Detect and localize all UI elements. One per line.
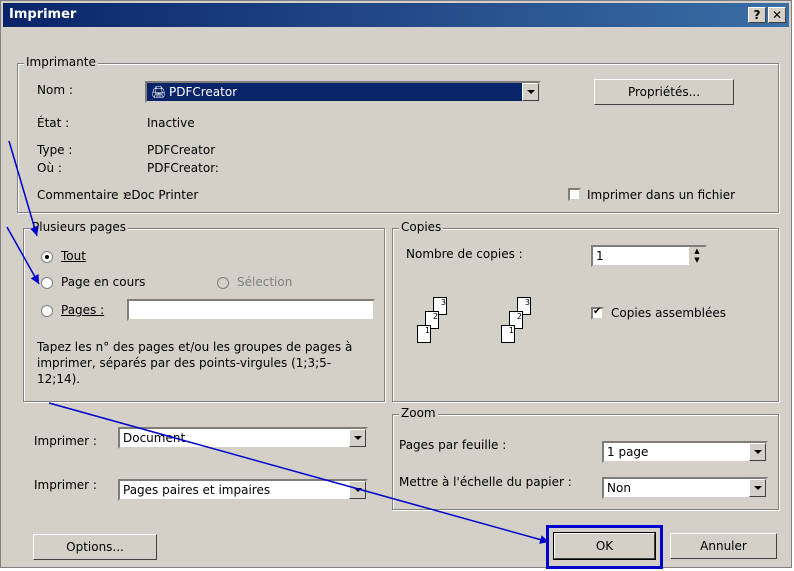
title-bar[interactable]: Imprimer ? ✕ — [3, 3, 789, 27]
radio-selection-label: Sélection — [237, 275, 293, 289]
cancel-button[interactable]: Annuler — [670, 533, 777, 559]
help-button[interactable]: ? — [748, 7, 766, 23]
chevron-down-icon[interactable] — [749, 479, 766, 497]
comment-value: eDoc Printer — [124, 188, 199, 202]
pages-hint: Tapez les n° des pages et/ou les groupes… — [37, 340, 353, 386]
pages-input[interactable] — [127, 299, 375, 321]
radio-current-page[interactable] — [41, 277, 53, 289]
collate-label[interactable]: Copies assemblées — [611, 306, 726, 320]
printer-name-select[interactable]: 🖨 PDFCreator — [145, 81, 541, 103]
chevron-down-icon[interactable] — [749, 443, 766, 461]
printer-legend: Imprimante — [24, 55, 98, 69]
copies-count-spinner[interactable]: 1 ▲ ▼ — [591, 245, 707, 267]
print-range-select[interactable]: Pages paires et impaires — [118, 479, 368, 501]
print-to-file-label[interactable]: Imprimer dans un fichier — [587, 188, 735, 202]
comment-label: Commentaire : — [37, 188, 127, 202]
pages-per-sheet-select[interactable]: 1 page — [602, 441, 768, 463]
collate-checkbox[interactable] — [591, 306, 604, 320]
name-label: Nom : — [37, 83, 73, 97]
properties-button[interactable]: Propriétés... — [594, 79, 734, 105]
zoom-legend: Zoom — [399, 406, 438, 420]
state-label: État : — [37, 116, 70, 130]
printer-icon: 🖨 — [151, 85, 167, 99]
copies-count-label: Nombre de copies : — [406, 247, 523, 261]
page-range-legend: Plusieurs pages — [30, 220, 128, 234]
close-button[interactable]: ✕ — [768, 7, 786, 23]
chevron-down-icon[interactable] — [522, 83, 539, 101]
print-dialog: Imprimer ? ✕ Imprimante Nom : 🖨 PDFCreat… — [0, 0, 792, 569]
print-to-file-checkbox[interactable] — [568, 188, 581, 201]
print-range-label: Imprimer : — [34, 478, 97, 492]
where-label: Où : — [37, 161, 62, 175]
radio-all[interactable] — [41, 251, 53, 263]
options-button[interactable]: Options... — [33, 534, 157, 560]
copies-legend: Copies — [399, 220, 444, 234]
scale-label: Mettre à l'échelle du papier : — [399, 475, 572, 489]
radio-current-page-label[interactable]: Page en cours — [61, 275, 145, 289]
chevron-down-icon[interactable] — [349, 429, 366, 447]
type-label: Type : — [37, 143, 73, 157]
collated-pages-illustration: 3 2 1 — [411, 297, 471, 367]
pages-per-sheet-label: Pages par feuille : — [399, 438, 507, 452]
print-what-select[interactable]: Document — [118, 427, 368, 449]
spinner-arrows-icon[interactable]: ▲ ▼ — [689, 247, 705, 265]
collated-pages-illustration-2: 3 2 1 — [495, 297, 555, 367]
radio-pages-label[interactable]: Pages : — [61, 303, 104, 317]
chevron-down-icon[interactable] — [349, 481, 366, 499]
state-value: Inactive — [147, 116, 195, 130]
where-value: PDFCreator: — [147, 161, 219, 175]
radio-pages[interactable] — [41, 305, 53, 317]
radio-selection — [217, 277, 229, 289]
radio-all-label[interactable]: Tout — [61, 249, 86, 263]
dialog-title: Imprimer — [9, 7, 77, 22]
ok-button[interactable]: OK — [553, 532, 656, 560]
type-value: PDFCreator — [147, 143, 216, 157]
scale-select[interactable]: Non — [602, 477, 768, 499]
printer-name-value: PDFCreator — [169, 85, 238, 99]
print-what-label: Imprimer : — [34, 434, 97, 448]
